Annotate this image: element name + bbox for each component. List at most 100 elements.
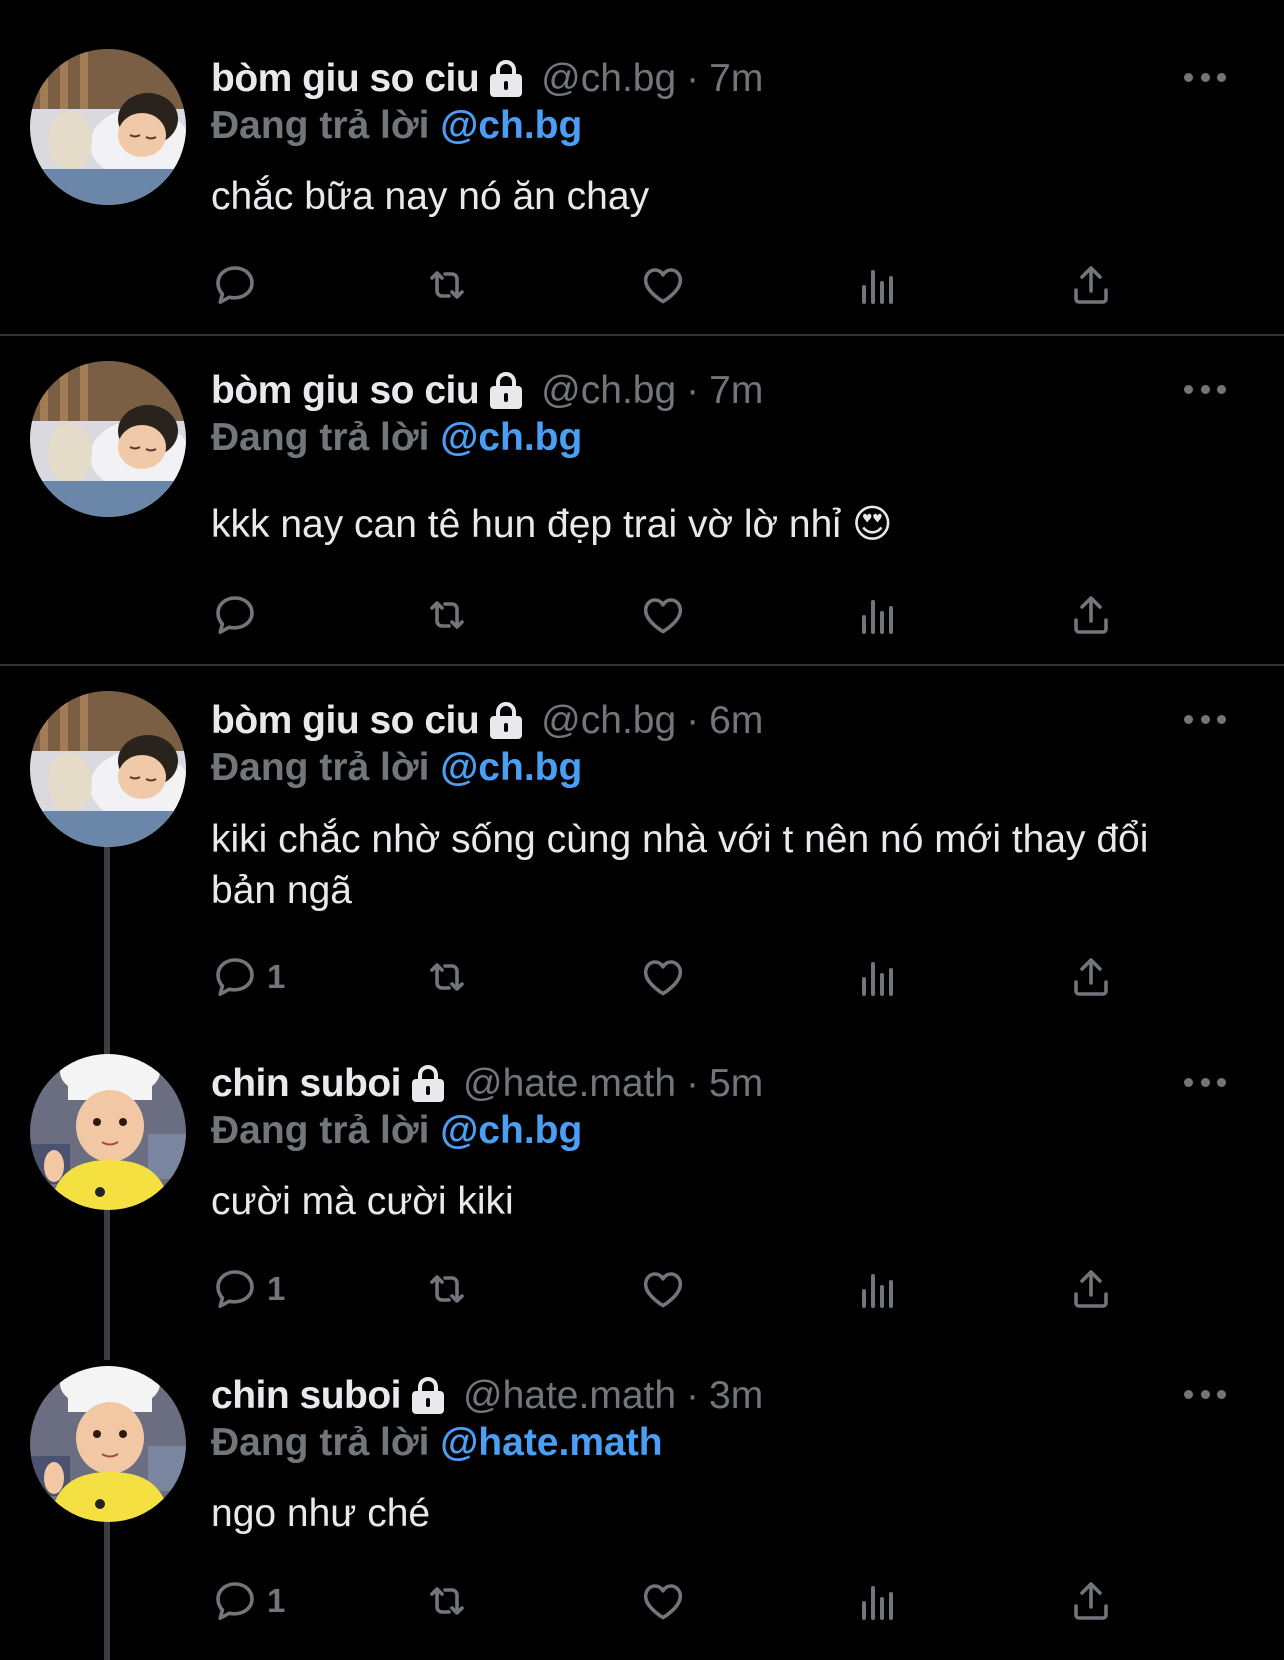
action-bar: 1 — [211, 1576, 1131, 1626]
tweet-text: cười mà cười kiki — [211, 1180, 514, 1223]
handle[interactable]: @ch.bg — [541, 699, 676, 743]
share-icon — [1067, 591, 1115, 639]
replying-to: Đang trả lời @hate.math — [211, 1421, 663, 1465]
retweet-button[interactable] — [423, 1576, 471, 1626]
tweet-header: bòm giu so ciu @ch.bg · 6m — [211, 696, 763, 746]
replying-to-label: Đang trả lời — [211, 746, 430, 789]
handle[interactable]: @ch.bg — [541, 369, 676, 413]
lock-icon — [407, 1064, 449, 1104]
replying-to-label: Đang trả lời — [211, 416, 430, 459]
reply-button[interactable]: 1 — [211, 1264, 285, 1314]
display-name[interactable]: chin suboi — [211, 1062, 402, 1106]
lock-icon — [407, 1376, 449, 1416]
tweet[interactable]: bòm giu so ciu @ch.bg · 6m Đang trả lời … — [0, 666, 1284, 1030]
timestamp[interactable]: 3m — [709, 1374, 763, 1418]
more-icon[interactable] — [1184, 1075, 1226, 1089]
share-button[interactable] — [1067, 1576, 1115, 1626]
retweet-icon — [423, 1265, 471, 1313]
tweet[interactable]: chin suboi @hate.math · 3m Đang trả lời … — [0, 1342, 1284, 1660]
tweet-header: bòm giu so ciu @ch.bg · 7m — [211, 366, 763, 416]
more-icon[interactable] — [1184, 1387, 1226, 1401]
retweet-button[interactable] — [423, 260, 471, 310]
reply-count: 1 — [267, 1582, 286, 1619]
views-icon — [854, 261, 902, 309]
display-name[interactable]: bòm giu so ciu — [211, 57, 480, 101]
retweet-button[interactable] — [423, 1264, 471, 1314]
retweet-button[interactable] — [423, 952, 471, 1002]
more-icon[interactable] — [1184, 712, 1226, 726]
views-button[interactable] — [854, 1264, 902, 1314]
replying-to: Đang trả lời @ch.bg — [211, 416, 582, 460]
views-icon — [854, 1265, 902, 1313]
avatar[interactable] — [30, 1054, 186, 1210]
more-icon[interactable] — [1184, 382, 1226, 396]
views-button[interactable] — [854, 260, 902, 310]
share-button[interactable] — [1067, 952, 1115, 1002]
handle[interactable]: @hate.math — [463, 1062, 676, 1106]
like-button[interactable] — [639, 1264, 687, 1314]
display-name[interactable]: bòm giu so ciu — [211, 699, 480, 743]
tweet[interactable]: bòm giu so ciu @ch.bg · 7m Đang trả lời … — [0, 336, 1284, 664]
share-button[interactable] — [1067, 590, 1115, 640]
like-button[interactable] — [639, 260, 687, 310]
share-icon — [1067, 953, 1115, 1001]
timestamp[interactable]: 7m — [709, 57, 763, 101]
handle[interactable]: @hate.math — [463, 1374, 676, 1418]
share-button[interactable] — [1067, 1264, 1115, 1314]
more-icon[interactable] — [1184, 70, 1226, 84]
tweet[interactable]: bòm giu so ciu @ch.bg · 7m Đang trả lời … — [0, 0, 1284, 333]
display-name[interactable]: chin suboi — [211, 1374, 402, 1418]
separator: · — [686, 699, 700, 742]
lock-icon — [485, 701, 527, 741]
retweet-icon — [423, 1577, 471, 1625]
reply-count: 1 — [267, 1270, 286, 1307]
mention-link[interactable]: @hate.math — [440, 1421, 662, 1464]
reply-button[interactable]: 1 — [211, 1576, 285, 1626]
retweet-icon — [423, 261, 471, 309]
replying-to: Đang trả lời @ch.bg — [211, 746, 582, 790]
display-name[interactable]: bòm giu so ciu — [211, 369, 480, 413]
avatar[interactable] — [30, 1366, 186, 1522]
like-button[interactable] — [639, 952, 687, 1002]
avatar[interactable] — [30, 691, 186, 847]
mention-link[interactable]: @ch.bg — [440, 746, 582, 789]
mention-link[interactable]: @ch.bg — [440, 104, 582, 147]
tweet-header: bòm giu so ciu @ch.bg · 7m — [211, 54, 763, 104]
avatar[interactable] — [30, 361, 186, 517]
replying-to-label: Đang trả lời — [211, 1109, 430, 1152]
reply-button[interactable] — [211, 590, 267, 640]
reply-button[interactable]: 1 — [211, 952, 285, 1002]
lock-icon — [485, 371, 527, 411]
like-icon — [639, 953, 687, 1001]
retweet-button[interactable] — [423, 590, 471, 640]
avatar[interactable] — [30, 49, 186, 205]
tweet-text: kiki chắc nhờ sống cùng nhà với t nên nó… — [211, 818, 1149, 912]
mention-link[interactable]: @ch.bg — [440, 416, 582, 459]
like-button[interactable] — [639, 590, 687, 640]
timestamp[interactable]: 7m — [709, 369, 763, 413]
separator: · — [686, 1374, 700, 1417]
reply-icon — [211, 953, 259, 1001]
timestamp[interactable]: 5m — [709, 1062, 763, 1106]
action-bar — [211, 260, 1131, 310]
share-icon — [1067, 1577, 1115, 1625]
reply-button[interactable] — [211, 260, 267, 310]
views-button[interactable] — [854, 1576, 902, 1626]
like-icon — [639, 261, 687, 309]
action-bar: 1 — [211, 1264, 1131, 1314]
share-button[interactable] — [1067, 260, 1115, 310]
tweet-text: kkk nay can tê hun đẹp trai vờ lờ nhỉ 😍 — [211, 503, 893, 546]
timestamp[interactable]: 6m — [709, 699, 763, 743]
tweet-text: ngo như ché — [211, 1492, 431, 1535]
views-icon — [854, 953, 902, 1001]
views-button[interactable] — [854, 590, 902, 640]
like-icon — [639, 1577, 687, 1625]
mention-link[interactable]: @ch.bg — [440, 1109, 582, 1152]
views-button[interactable] — [854, 952, 902, 1002]
handle[interactable]: @ch.bg — [541, 57, 676, 101]
tweet[interactable]: chin suboi @hate.math · 5m Đang trả lời … — [0, 1030, 1284, 1342]
like-button[interactable] — [639, 1576, 687, 1626]
views-icon — [854, 1577, 902, 1625]
share-icon — [1067, 1265, 1115, 1313]
like-icon — [639, 1265, 687, 1313]
